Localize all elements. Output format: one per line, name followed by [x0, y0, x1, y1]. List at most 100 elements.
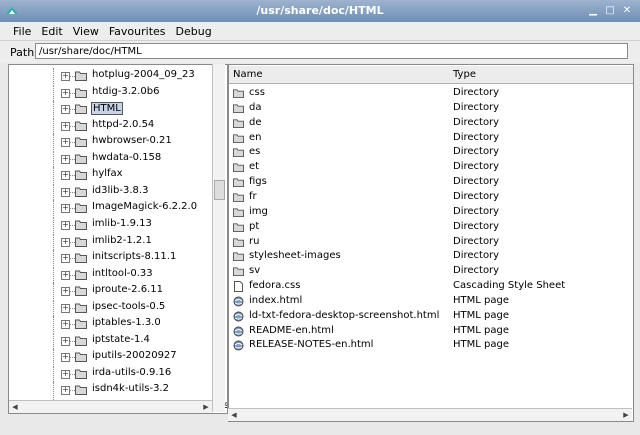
- expand-icon[interactable]: +: [61, 270, 70, 280]
- menu-view[interactable]: View: [68, 22, 104, 40]
- file-type: Directory: [453, 190, 500, 202]
- tree-horizontal-scrollbar[interactable]: ◀ ▶: [9, 400, 212, 413]
- tree-item-label: iproute-2.6.11: [92, 284, 163, 296]
- file-list-row[interactable]: figs Directory: [229, 175, 633, 190]
- file-list-row[interactable]: fr Directory: [229, 190, 633, 205]
- tree-item[interactable]: + ipsec-tools-0.5: [9, 299, 214, 316]
- tree-item[interactable]: + HTML: [9, 101, 214, 118]
- html-file-icon: [233, 311, 244, 322]
- expand-icon[interactable]: +: [61, 237, 70, 247]
- tree-guide-line: [53, 382, 54, 399]
- file-type: Directory: [453, 265, 500, 277]
- close-icon[interactable]: ✕: [620, 4, 634, 17]
- file-list-row[interactable]: es Directory: [229, 145, 633, 160]
- folder-icon: [233, 177, 244, 188]
- scroll-right-icon[interactable]: ▶: [621, 410, 631, 420]
- file-list-row[interactable]: sv Directory: [229, 264, 633, 279]
- expand-icon[interactable]: +: [61, 369, 70, 379]
- tree-item[interactable]: + id3lib-3.8.3: [9, 183, 214, 200]
- tree-item[interactable]: + irda-utils-0.9.16: [9, 365, 214, 382]
- expand-icon[interactable]: +: [61, 254, 70, 264]
- file-type: Directory: [453, 87, 500, 98]
- tree-item[interactable]: + hylfax: [9, 167, 214, 184]
- maximize-icon[interactable]: □: [603, 4, 617, 17]
- scroll-left-icon[interactable]: ◀: [229, 410, 239, 420]
- folder-icon: [75, 87, 87, 98]
- expand-icon[interactable]: +: [61, 154, 70, 164]
- file-list-row[interactable]: de Directory: [229, 116, 633, 131]
- file-list-row[interactable]: ru Directory: [229, 235, 633, 250]
- scroll-left-icon[interactable]: ◀: [10, 402, 20, 412]
- tree-item[interactable]: + hwdata-0.158: [9, 150, 214, 167]
- tree-item[interactable]: + htdig-3.2.0b6: [9, 84, 214, 101]
- expand-icon[interactable]: +: [61, 336, 70, 346]
- tree-item[interactable]: + ImageMagick-6.2.2.0: [9, 200, 214, 217]
- file-name: img: [249, 205, 268, 217]
- tree-item[interactable]: + iproute-2.6.11: [9, 283, 214, 300]
- tree-item[interactable]: + httpd-2.0.54: [9, 117, 214, 134]
- tree-vertical-scrollbar[interactable]: [212, 64, 225, 412]
- file-list-row[interactable]: stylesheet-images Directory: [229, 249, 633, 264]
- expand-icon[interactable]: +: [61, 121, 70, 131]
- list-horizontal-scrollbar[interactable]: ◀ ▶: [228, 408, 632, 421]
- expand-icon[interactable]: +: [61, 187, 70, 197]
- file-list-row[interactable]: pt Directory: [229, 220, 633, 235]
- file-type: HTML page: [453, 294, 509, 306]
- file-list-row[interactable]: en Directory: [229, 131, 633, 146]
- tree-guide-line: [53, 349, 54, 366]
- tree-item[interactable]: + iptables-1.3.0: [9, 316, 214, 333]
- folder-icon: [233, 133, 244, 144]
- file-type: Directory: [453, 116, 500, 128]
- column-header-type[interactable]: Type: [449, 66, 633, 84]
- tree-scroll-thumb[interactable]: [214, 180, 225, 200]
- tree-item[interactable]: + hwbrowser-0.21: [9, 134, 214, 151]
- file-list-row[interactable]: fedora.css Cascading Style Sheet: [229, 279, 633, 294]
- file-name: sv: [249, 265, 261, 277]
- menu-debug[interactable]: Debug: [171, 22, 217, 40]
- tree-item[interactable]: + imlib-1.9.13: [9, 216, 214, 233]
- tree-guide-line: [53, 183, 54, 200]
- expand-icon[interactable]: +: [61, 386, 70, 396]
- tree-guide-line: [53, 299, 54, 316]
- expand-icon[interactable]: +: [61, 353, 70, 363]
- minimize-icon[interactable]: ▁: [586, 4, 600, 17]
- expand-icon[interactable]: +: [61, 303, 70, 313]
- expand-icon[interactable]: +: [61, 72, 70, 81]
- expand-icon[interactable]: +: [61, 220, 70, 230]
- expand-icon[interactable]: +: [61, 204, 70, 214]
- file-list-row[interactable]: css Directory: [229, 86, 633, 101]
- file-list-row[interactable]: README-en.html HTML page: [229, 324, 633, 339]
- file-list-row[interactable]: da Directory: [229, 101, 633, 116]
- tree-guide-line: [53, 266, 54, 283]
- path-input[interactable]: [35, 43, 628, 59]
- tree-item[interactable]: + imlib2-1.2.1: [9, 233, 214, 250]
- directory-tree[interactable]: + hotplug-2004_09_23 + htdig-3.2.0b6 + HTML + h…: [8, 64, 228, 414]
- expand-icon[interactable]: +: [61, 105, 70, 115]
- file-list-row[interactable]: et Directory: [229, 160, 633, 175]
- file-list-row[interactable]: RELEASE-NOTES-en.html HTML page: [229, 338, 633, 353]
- tree-item[interactable]: + iptstate-1.4: [9, 332, 214, 349]
- file-list-row[interactable]: index.html HTML page: [229, 294, 633, 309]
- menu-file[interactable]: File: [8, 22, 36, 40]
- expand-icon[interactable]: +: [61, 171, 70, 181]
- tree-item[interactable]: + isdn4k-utils-3.2: [9, 382, 214, 399]
- file-list-row[interactable]: ld-txt-fedora-desktop-screenshot.html HTM…: [229, 309, 633, 324]
- column-header-name[interactable]: Name: [229, 66, 450, 84]
- folder-icon: [75, 202, 87, 214]
- file-name: pt: [249, 220, 260, 232]
- tree-item[interactable]: + initscripts-8.11.1: [9, 250, 214, 267]
- file-name: index.html: [249, 294, 303, 306]
- file-list-row[interactable]: img Directory: [229, 205, 633, 220]
- tree-item[interactable]: + hotplug-2004_09_23: [9, 68, 214, 84]
- tree-item[interactable]: + iputils-20020927: [9, 349, 214, 366]
- tree-item[interactable]: + intltool-0.33: [9, 266, 214, 283]
- file-name: en: [249, 131, 262, 143]
- menu-edit[interactable]: Edit: [36, 22, 67, 40]
- expand-icon[interactable]: +: [61, 138, 70, 148]
- expand-icon[interactable]: +: [61, 287, 70, 297]
- tree-item-label: ipsec-tools-0.5: [92, 300, 166, 312]
- expand-icon[interactable]: +: [61, 88, 70, 98]
- menu-favourites[interactable]: Favourites: [104, 22, 171, 40]
- expand-icon[interactable]: +: [61, 320, 70, 330]
- scroll-right-icon[interactable]: ▶: [201, 402, 211, 412]
